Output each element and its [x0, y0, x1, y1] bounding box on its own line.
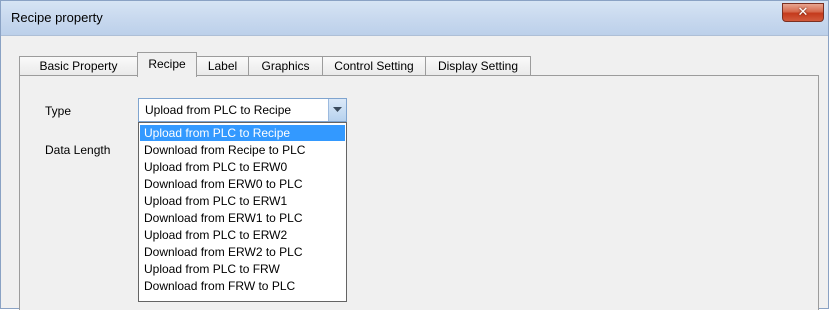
- window-title: Recipe property: [11, 10, 103, 25]
- type-select[interactable]: Upload from PLC to Recipe: [138, 98, 347, 122]
- data-length-label: Data Length: [45, 143, 111, 157]
- type-select-value: Upload from PLC to Recipe: [145, 103, 292, 117]
- close-button[interactable]: ✕: [782, 3, 824, 22]
- tab-graphics[interactable]: Graphics: [248, 56, 323, 76]
- title-bar[interactable]: Recipe property ✕: [1, 1, 828, 36]
- tab-label[interactable]: Label: [196, 56, 249, 76]
- dropdown-option[interactable]: Upload from PLC to ERW1: [140, 193, 345, 209]
- type-dropdown-list: Upload from PLC to Recipe Download from …: [138, 122, 347, 302]
- dropdown-option[interactable]: Download from ERW0 to PLC: [140, 176, 345, 192]
- close-icon: ✕: [797, 5, 809, 20]
- recipe-property-dialog: Recipe property ✕ Basic Property Recipe …: [0, 0, 829, 310]
- dropdown-option[interactable]: Upload from PLC to ERW2: [140, 227, 345, 243]
- dropdown-option[interactable]: Upload from PLC to ERW0: [140, 159, 345, 175]
- tab-display-setting[interactable]: Display Setting: [425, 56, 531, 76]
- dropdown-option[interactable]: Download from Recipe to PLC: [140, 142, 345, 158]
- tab-control-setting[interactable]: Control Setting: [322, 56, 426, 76]
- dropdown-option[interactable]: Download from ERW2 to PLC: [140, 244, 345, 260]
- tab-recipe[interactable]: Recipe: [137, 52, 197, 77]
- dropdown-option[interactable]: Upload from PLC to FRW: [140, 261, 345, 277]
- type-label: Type: [45, 104, 72, 118]
- dropdown-arrow-button[interactable]: [328, 99, 346, 121]
- dropdown-option[interactable]: Download from FRW to PLC: [140, 278, 345, 294]
- tab-strip: Basic Property Recipe Label Graphics Con…: [19, 48, 819, 77]
- chevron-down-icon: [333, 107, 342, 112]
- tab-basic-property[interactable]: Basic Property: [19, 56, 138, 76]
- dropdown-option[interactable]: Download from ERW1 to PLC: [140, 210, 345, 226]
- dropdown-option[interactable]: Upload from PLC to Recipe: [140, 125, 345, 141]
